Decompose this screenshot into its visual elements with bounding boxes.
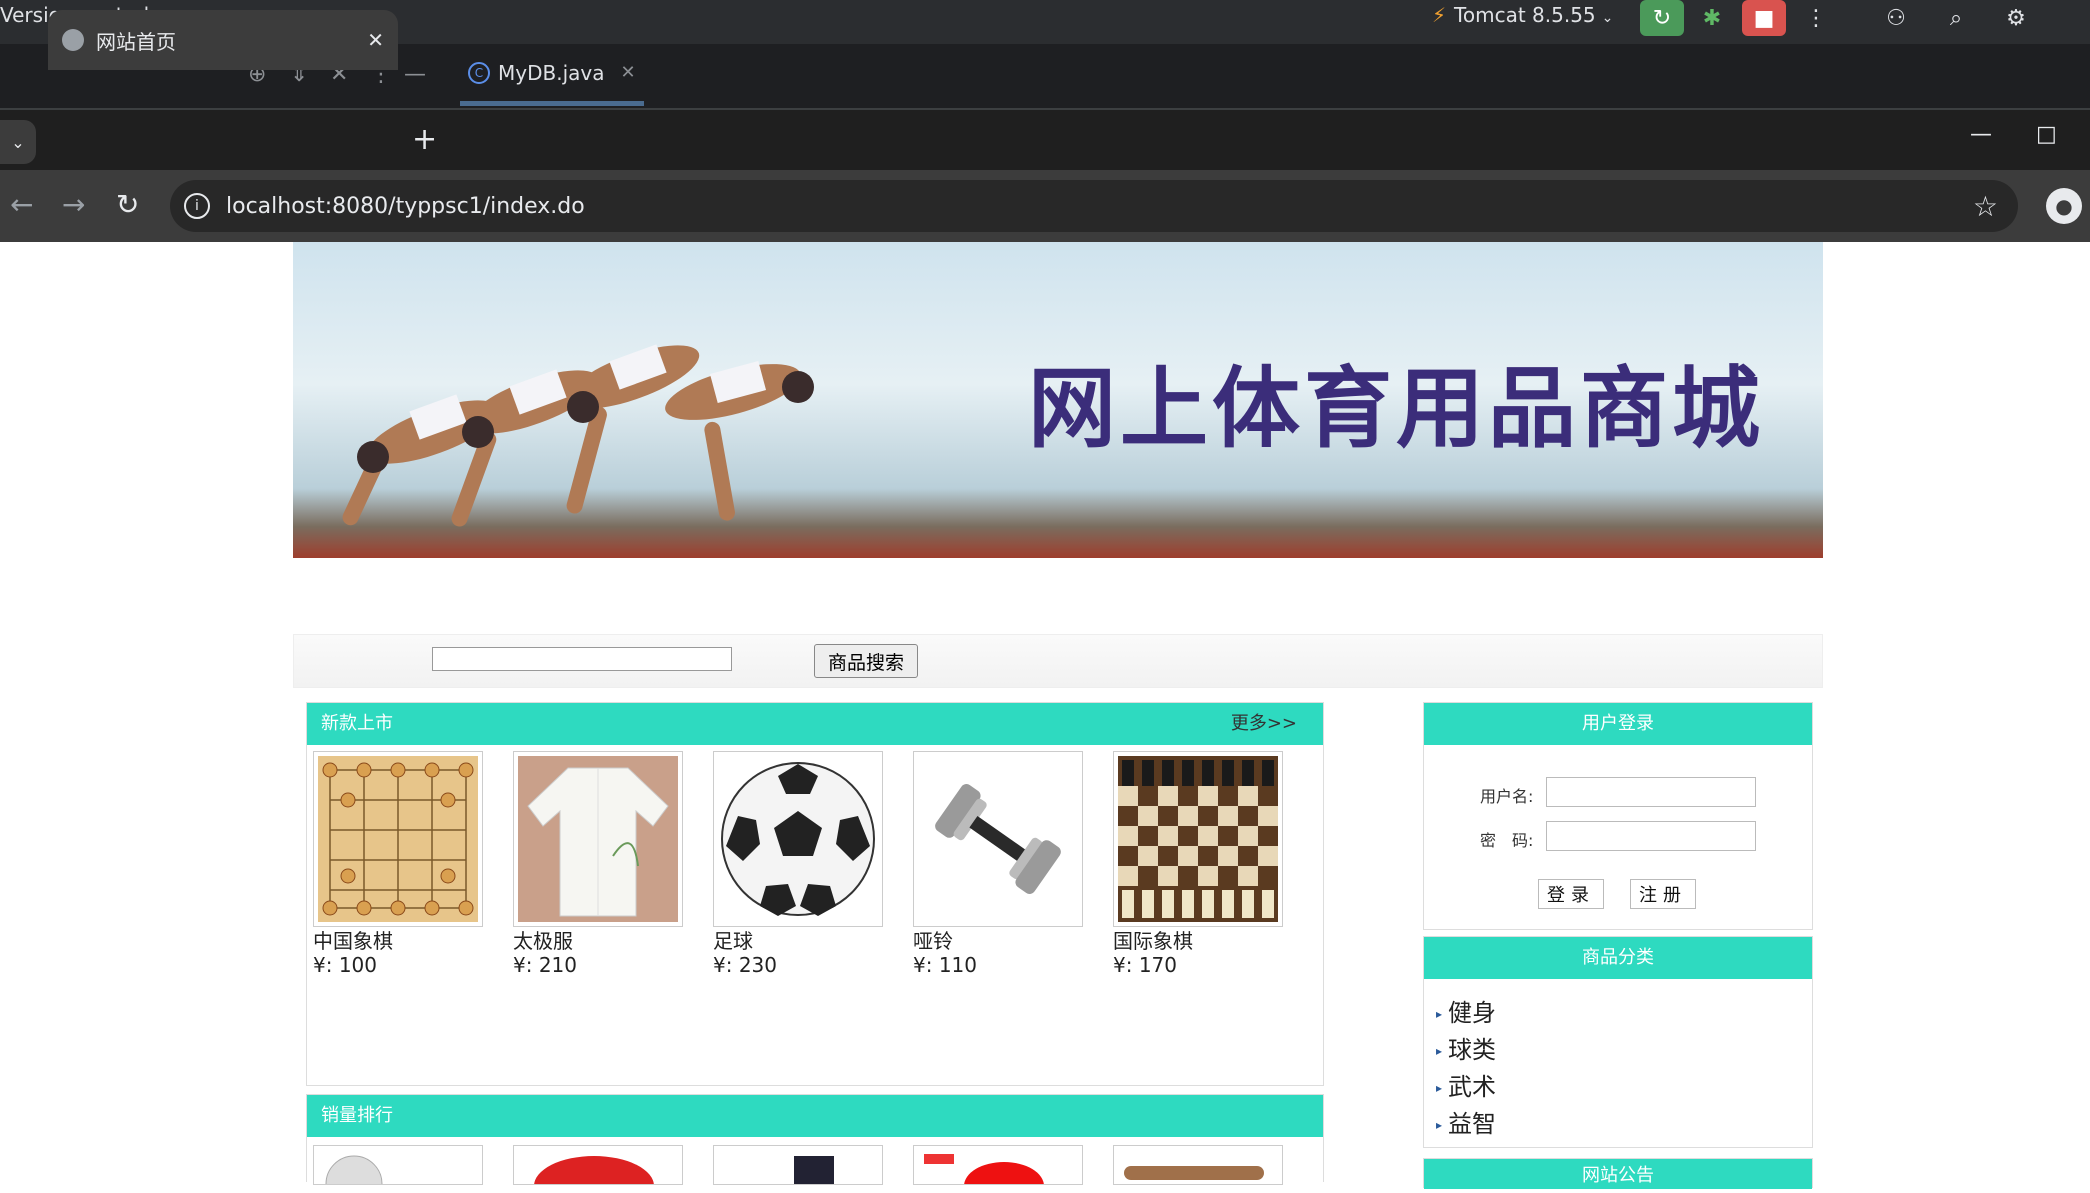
browser-tab[interactable]: 网站首页 ✕	[48, 10, 398, 70]
back-arrow-icon[interactable]: ←	[10, 188, 33, 221]
run-config-selector[interactable]: ⚡ Tomcat 8.5.55 ⌄	[1432, 0, 1613, 30]
username-input[interactable]	[1546, 777, 1756, 807]
category-label[interactable]: 武术	[1448, 1073, 1496, 1101]
product-price: ¥: 170	[1113, 953, 1177, 977]
sports-equipment-image[interactable]	[913, 1145, 1083, 1193]
arrow-icon: ▸	[1436, 1081, 1443, 1095]
login-button[interactable]: 登录	[1538, 879, 1604, 909]
category-label[interactable]: 球类	[1448, 1036, 1496, 1064]
dumbbell-image[interactable]	[913, 751, 1083, 927]
product-price: ¥: 110	[913, 953, 977, 977]
new-tab-plus-icon[interactable]: +	[412, 122, 437, 157]
search-icon[interactable]: ⌕	[1934, 0, 1978, 36]
arrow-icon: ▸	[1436, 1007, 1443, 1021]
editor-tab-label: MyDB.java	[498, 60, 605, 85]
bookmark-star-icon[interactable]: ☆	[1973, 190, 1998, 223]
chevron-down-icon: ⌄	[1601, 10, 1614, 26]
chinese-chess-image[interactable]	[313, 751, 483, 927]
arrow-icon: ▸	[1436, 1044, 1443, 1058]
tab-list-chevron-icon[interactable]: ⌄	[0, 120, 36, 164]
username-label: 用户名:	[1480, 787, 1534, 806]
site-info-icon[interactable]: i	[184, 193, 210, 219]
window-minimize-icon[interactable]: —	[1970, 122, 1992, 147]
password-label: 密 码:	[1480, 831, 1534, 850]
product-name[interactable]: 太极服	[513, 929, 683, 953]
login-panel: 用户登录 用户名: 密 码: 登录 注册	[1423, 702, 1813, 930]
web-page: 网上体育用品商城 商品搜索 新款上市 更多>> 中国象棋 ¥: 100 太极服 …	[0, 242, 2090, 1193]
product-name[interactable]: 国际象棋	[1113, 929, 1283, 953]
globe-icon	[62, 29, 84, 51]
product-search-button[interactable]: 商品搜索	[814, 644, 918, 678]
login-title: 用户登录	[1424, 703, 1812, 745]
product-price: ¥: 210	[513, 953, 577, 977]
search-bar: 商品搜索	[293, 634, 1823, 688]
more-link[interactable]: 更多>>	[1231, 703, 1297, 745]
category-item[interactable]: ▸ 健身	[1436, 993, 1496, 1028]
announcements-panel: 网站公告	[1423, 1158, 1813, 1189]
new-arrivals-title: 新款上市	[321, 713, 393, 734]
profile-avatar-icon[interactable]: ●	[2046, 188, 2082, 224]
banner-title: 网上体育用品商城	[1028, 357, 1765, 460]
browser-tab-strip	[0, 110, 2090, 170]
browser-tab-title: 网站首页	[96, 29, 176, 54]
java-class-icon: C	[468, 61, 490, 84]
add-user-icon[interactable]: ⚇	[1874, 0, 1918, 36]
window-maximize-icon[interactable]: □	[2036, 122, 2057, 147]
soccer-ball-image[interactable]	[713, 751, 883, 927]
best-sellers-panel: 销量排行	[306, 1094, 1324, 1193]
boxing-gloves-image[interactable]	[513, 1145, 683, 1193]
stopwatch-image[interactable]	[313, 1145, 483, 1193]
category-item[interactable]: ▸ 武术	[1436, 1067, 1496, 1102]
product-card[interactable]: 足球 ¥: 230	[713, 751, 883, 977]
category-label[interactable]: 益智	[1448, 1110, 1496, 1138]
url-text: localhost:8080/typpsc1/index.do	[226, 193, 585, 219]
close-tab-icon[interactable]: ✕	[367, 28, 384, 52]
product-name[interactable]: 哑铃	[913, 929, 1083, 953]
stop-icon[interactable]: ■	[1742, 0, 1786, 36]
close-icon[interactable]: ✕	[620, 62, 635, 83]
minimize-icon[interactable]: —	[404, 62, 426, 87]
categories-title: 商品分类	[1424, 937, 1812, 979]
categories-panel: 商品分类 ▸ 健身 ▸ 球类 ▸ 武术 ▸ 益智	[1423, 936, 1813, 1148]
address-bar[interactable]: i localhost:8080/typpsc1/index.do ☆	[170, 180, 2018, 232]
category-item[interactable]: ▸ 益智	[1436, 1104, 1496, 1139]
new-arrivals-header: 新款上市 更多>>	[307, 703, 1323, 745]
run-config-label: Tomcat 8.5.55	[1454, 3, 1596, 27]
debug-icon[interactable]: ✱	[1690, 0, 1734, 36]
tomcat-icon: ⚡	[1432, 3, 1447, 27]
taichi-suit-image[interactable]	[513, 751, 683, 927]
more-icon[interactable]: ⋮	[1794, 0, 1838, 36]
product-card[interactable]: 国际象棋 ¥: 170	[1113, 751, 1283, 977]
best-sellers-header: 销量排行	[307, 1095, 1323, 1137]
arrow-icon: ▸	[1436, 1118, 1443, 1132]
chess-image[interactable]	[1113, 751, 1283, 927]
announcements-title: 网站公告	[1424, 1159, 1812, 1189]
product-card[interactable]: 太极服 ¥: 210	[513, 751, 683, 977]
search-input[interactable]	[432, 647, 732, 671]
forward-arrow-icon[interactable]: →	[62, 188, 85, 221]
best-sellers-title: 销量排行	[321, 1105, 393, 1126]
rerun-icon[interactable]: ↻	[1640, 0, 1684, 36]
editor-tab-mydb[interactable]: C MyDB.java ✕	[460, 44, 644, 106]
product-card[interactable]: 哑铃 ¥: 110	[913, 751, 1083, 977]
password-input[interactable]	[1546, 821, 1756, 851]
reload-icon[interactable]: ↻	[116, 188, 139, 221]
register-button[interactable]: 注册	[1630, 879, 1696, 909]
jump-rope-image[interactable]	[713, 1145, 883, 1186]
site-banner: 网上体育用品商城	[293, 242, 1823, 558]
nunchaku-image[interactable]	[1113, 1145, 1283, 1185]
category-label[interactable]: 健身	[1448, 999, 1496, 1027]
new-arrivals-panel: 新款上市 更多>> 中国象棋 ¥: 100 太极服 ¥: 210 足球 ¥: 2…	[306, 702, 1324, 1086]
product-price: ¥: 100	[313, 953, 377, 977]
product-price: ¥: 230	[713, 953, 777, 977]
sprinters-image	[342, 344, 814, 527]
product-name[interactable]: 中国象棋	[313, 929, 483, 953]
category-item[interactable]: ▸ 球类	[1436, 1030, 1496, 1065]
settings-gear-icon[interactable]: ⚙	[1994, 0, 2038, 36]
product-name[interactable]: 足球	[713, 929, 883, 953]
product-card[interactable]: 中国象棋 ¥: 100	[313, 751, 483, 977]
